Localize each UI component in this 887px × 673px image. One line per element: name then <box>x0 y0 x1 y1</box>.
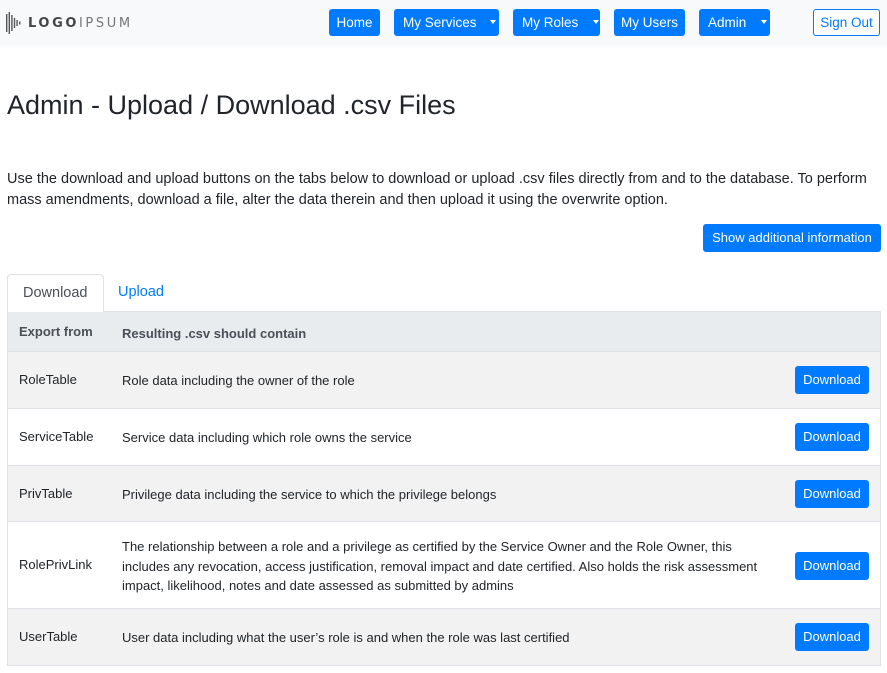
page-title: Admin - Upload / Download .csv Files <box>7 90 456 120</box>
logo-bars-icon <box>6 12 21 34</box>
table-row: PrivTable Privilege data including the s… <box>8 465 880 521</box>
table-name: UserTable <box>19 629 78 644</box>
nav-my-users-button[interactable]: My Users <box>614 9 685 36</box>
chevron-down-icon[interactable] <box>761 20 768 25</box>
download-button[interactable]: Download <box>795 623 869 651</box>
intro-text: Use the download and upload buttons on t… <box>7 171 867 208</box>
download-button[interactable]: Download <box>795 366 869 394</box>
logo[interactable]: LOGOIPSUM <box>6 12 133 34</box>
table-description: Privilege data including the service to … <box>122 487 497 502</box>
download-button[interactable]: Download <box>795 552 869 580</box>
table-description: Role data including the owner of the rol… <box>122 373 355 388</box>
nav-my-services-dropdown[interactable]: My Services <box>394 9 499 36</box>
export-table: Export from Resulting .csv should contai… <box>7 312 881 666</box>
table-description: User data including what the user’s role… <box>122 630 570 645</box>
table-name: PrivTable <box>19 486 73 501</box>
column-header-export-from: Export from <box>19 324 93 339</box>
table-row: UserTable User data including what the u… <box>8 608 880 665</box>
table-row: ServiceTable Service data including whic… <box>8 408 880 465</box>
tab-bar: Download Upload <box>7 274 881 313</box>
tab-download[interactable]: Download <box>7 274 104 313</box>
table-name: RoleTable <box>19 372 77 387</box>
download-button[interactable]: Download <box>795 423 869 451</box>
navbar: LOGOIPSUM Home My Services My Roles My U… <box>0 0 887 46</box>
sign-out-button[interactable]: Sign Out <box>813 9 880 36</box>
nav-my-roles-dropdown[interactable]: My Roles <box>513 9 600 36</box>
chevron-down-icon[interactable] <box>489 20 496 25</box>
table-name: ServiceTable <box>19 429 94 444</box>
nav-admin-dropdown[interactable]: Admin <box>699 9 770 36</box>
table-description: The relationship between a role and a pr… <box>122 539 758 593</box>
table-row: RolePrivLink The relationship between a … <box>8 521 880 608</box>
table-description: Service data including which role owns t… <box>122 430 412 445</box>
download-button[interactable]: Download <box>795 480 869 508</box>
show-additional-info-button[interactable]: Show additional information <box>703 224 881 252</box>
tab-upload[interactable]: Upload <box>103 274 179 313</box>
chevron-down-icon[interactable] <box>593 20 600 25</box>
table-row: RoleTable Role data including the owner … <box>8 351 880 408</box>
nav-home-button[interactable]: Home <box>329 9 380 36</box>
table-name: RolePrivLink <box>19 557 92 572</box>
column-header-csv-contents: Resulting .csv should contain <box>122 326 307 341</box>
table-header-row: Export from Resulting .csv should contai… <box>8 312 880 351</box>
logo-text: LOGOIPSUM <box>28 15 133 31</box>
